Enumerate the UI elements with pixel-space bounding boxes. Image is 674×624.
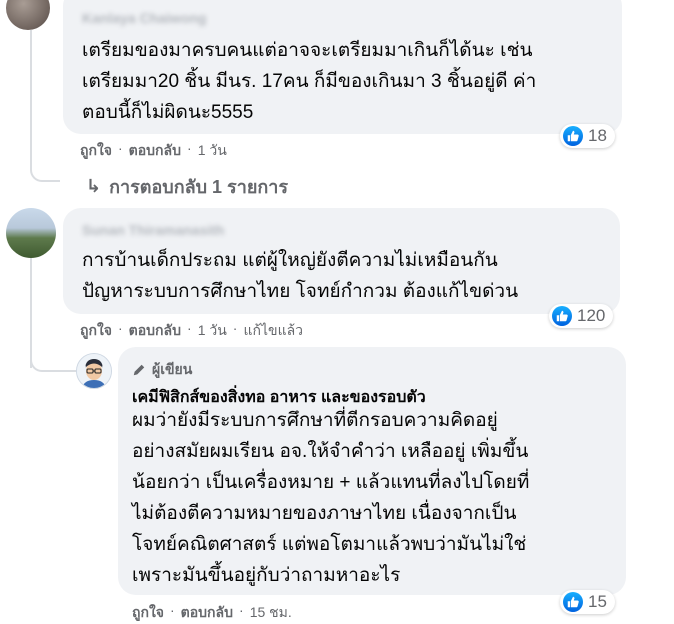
like-link[interactable]: ถูกใจ bbox=[80, 320, 112, 342]
reaction-number: 18 bbox=[588, 126, 607, 145]
timestamp[interactable]: 1 วัน bbox=[198, 320, 227, 342]
replies-label: การตอบกลับ 1 รายการ bbox=[109, 177, 289, 197]
timestamp[interactable]: 15 ชม. bbox=[250, 602, 292, 624]
reply-link[interactable]: ตอบกลับ bbox=[181, 602, 233, 624]
edited-label[interactable]: แก้ไขแล้ว bbox=[243, 320, 303, 342]
separator: · bbox=[118, 320, 123, 336]
avatar[interactable] bbox=[76, 353, 112, 389]
view-replies-link[interactable]: ↳ การตอบกลับ 1 รายการ bbox=[86, 172, 288, 201]
pencil-icon bbox=[133, 364, 145, 376]
reaction-count[interactable]: 120 bbox=[549, 304, 614, 328]
reply-arrow-icon: ↳ bbox=[86, 176, 102, 196]
thread-line bbox=[30, 320, 76, 372]
separator: · bbox=[187, 140, 192, 156]
separator: · bbox=[239, 602, 244, 618]
comment-text: เตรียมของมาครบคนแต่อาจจะเตรียมมาเกินก็ได… bbox=[82, 40, 537, 123]
like-link[interactable]: ถูกใจ bbox=[132, 602, 164, 624]
separator: · bbox=[118, 140, 123, 156]
like-icon bbox=[552, 306, 572, 326]
avatar[interactable] bbox=[6, 0, 50, 30]
reply-link[interactable]: ตอบกลับ bbox=[129, 320, 181, 342]
comment-author-name[interactable]: Kanlaya Chaiwong bbox=[82, 10, 206, 26]
reaction-count[interactable]: 18 bbox=[560, 124, 615, 148]
separator: · bbox=[232, 320, 238, 336]
reply-text: ผมว่ายังมีระบบการศึกษาที่ตีกรอบความคิดอย… bbox=[132, 410, 530, 586]
comment-text: การบ้านเด็กประถม แต่ผู้ใหญ่ยังตีความไม่เ… bbox=[82, 250, 519, 302]
separator: · bbox=[187, 320, 192, 336]
author-badge: ผู้เขียน bbox=[132, 359, 192, 381]
timestamp[interactable]: 1 วัน bbox=[198, 140, 227, 162]
like-link[interactable]: ถูกใจ bbox=[80, 140, 112, 162]
like-icon bbox=[563, 592, 583, 612]
reply-link[interactable]: ตอบกลับ bbox=[129, 140, 181, 162]
thread-line bbox=[30, 30, 60, 182]
reaction-number: 120 bbox=[577, 306, 606, 325]
like-icon bbox=[563, 126, 583, 146]
avatar[interactable] bbox=[6, 208, 56, 258]
reply-actions: ถูกใจ · ตอบกลับ · 15 ชม. bbox=[132, 602, 292, 624]
reaction-count[interactable]: 15 bbox=[560, 590, 615, 614]
separator: · bbox=[170, 602, 175, 618]
reaction-number: 15 bbox=[588, 592, 607, 611]
comment-actions: ถูกใจ · ตอบกลับ · 1 วัน bbox=[80, 140, 227, 162]
author-badge-label: ผู้เขียน bbox=[152, 361, 193, 377]
comment-actions: ถูกใจ · ตอบกลับ · 1 วัน · แก้ไขแล้ว bbox=[80, 320, 303, 342]
comment-author-name[interactable]: Sunan Thiramanasith bbox=[82, 222, 224, 238]
